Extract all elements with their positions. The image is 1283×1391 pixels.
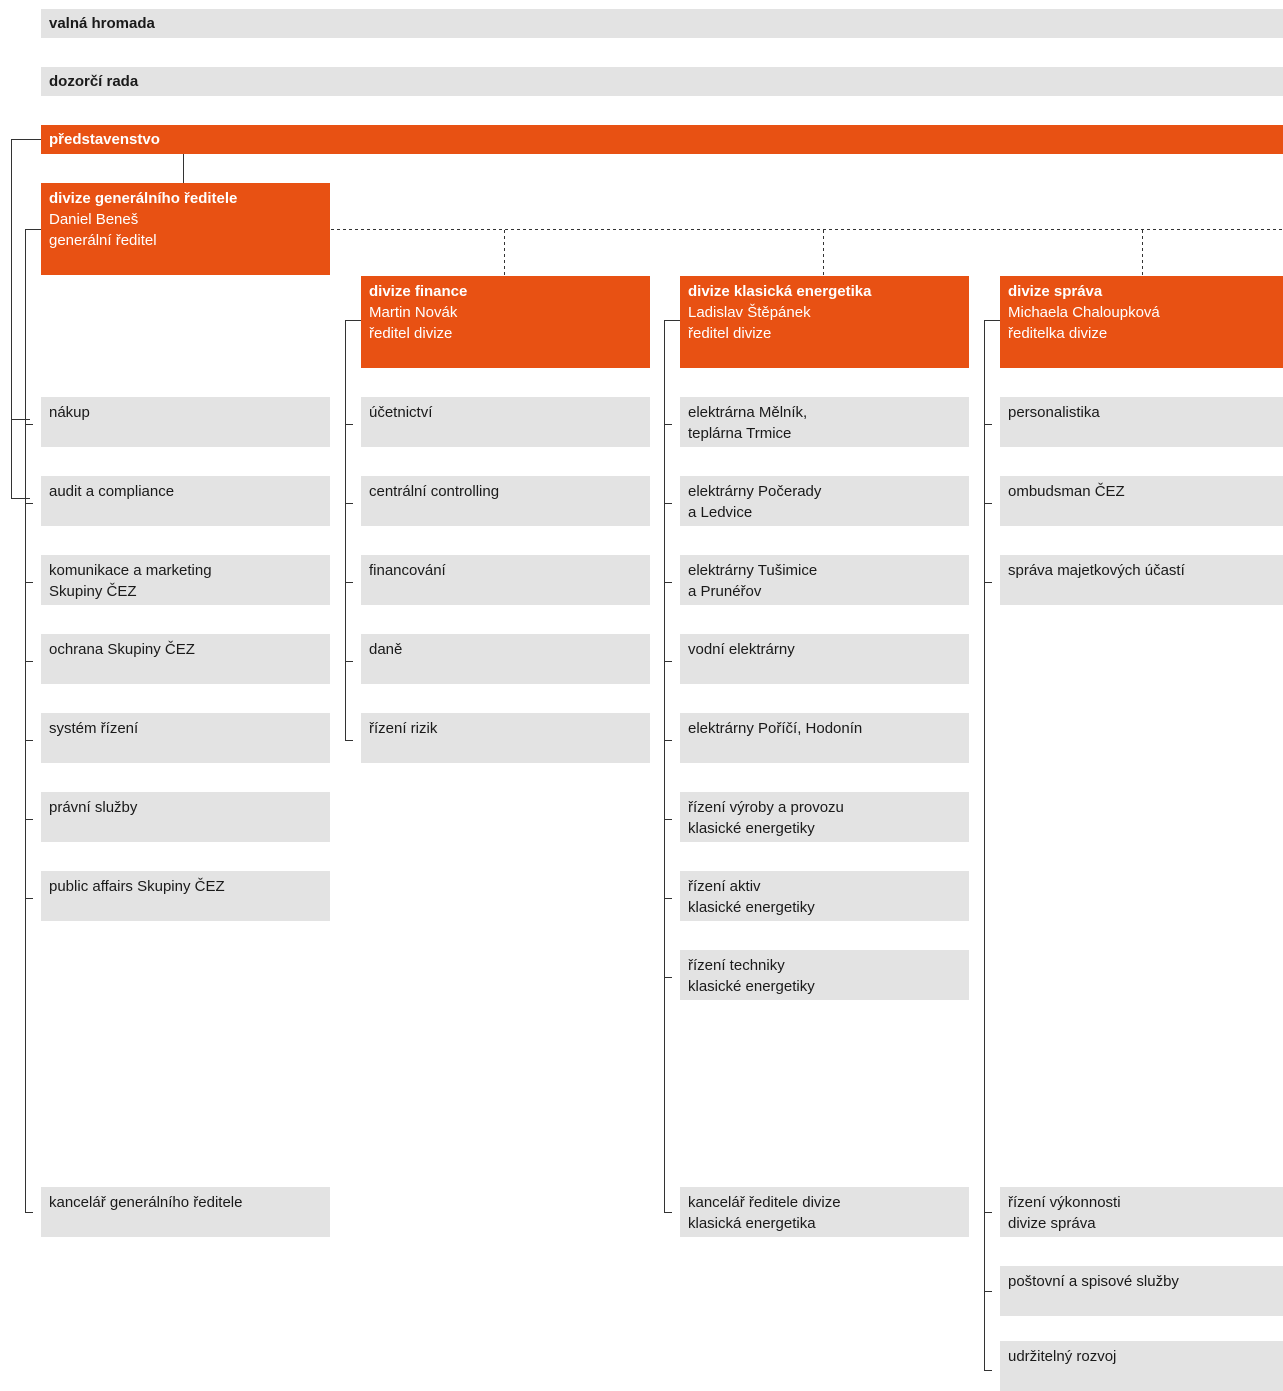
board-bracket [11,139,41,499]
unit-box: elektrárny Poříčí, Hodonín [680,713,969,763]
unit-box: právní služby [41,792,330,842]
board-of-directors-label: představenstvo [49,131,160,148]
unit-box: účetnictví [361,397,650,447]
unit-box: poštovní a spisové služby [1000,1266,1283,1316]
unit-box: kancelář generálního ředitele [41,1187,330,1237]
unit-box: ochrana Skupiny ČEZ [41,634,330,684]
unit-box: vodní elektrárny [680,634,969,684]
unit-box: udržitelný rozvoj [1000,1341,1283,1391]
board-of-directors-bar: představenstvo [41,125,1283,154]
unit-box: kancelář ředitele divize klasická energe… [680,1187,969,1237]
unit-box: centrální controlling [361,476,650,526]
unit-box: audit a compliance [41,476,330,526]
unit-box: financování [361,555,650,605]
unit-box: řízení rizik [361,713,650,763]
division-role: ředitel divize [688,325,772,342]
unit-box: personalistika [1000,397,1283,447]
unit-box: elektrárna Mělník, teplárna Trmice [680,397,969,447]
division-title: divize generálního ředitele [49,190,238,207]
division-head-finance: divize finance Martin Novák ředitel divi… [361,276,650,368]
unit-box: řízení výkonnosti divize správa [1000,1187,1283,1237]
division-title: divize finance [369,283,468,300]
division-role: ředitel divize [369,325,453,342]
sprava-spine [984,320,1000,1371]
unit-box: nákup [41,397,330,447]
division-person: Ladislav Štěpánek [688,304,811,321]
division-person: Daniel Beneš [49,211,139,228]
unit-box: daně [361,634,650,684]
unit-box: elektrárny Počerady a Ledvice [680,476,969,526]
unit-box: ombudsman ČEZ [1000,476,1283,526]
general-meeting-bar: valná hromada [41,9,1283,38]
unit-box: řízení techniky klasické energetiky [680,950,969,1000]
division-role: ředitelka divize [1008,325,1108,342]
division-person: Michaela Chaloupková [1008,304,1160,321]
gr-spine [25,229,41,1213]
klasicka-spine [664,320,680,1213]
unit-box: public affairs Skupiny ČEZ [41,871,330,921]
division-head-klasicka: divize klasická energetika Ladislav Štěp… [680,276,969,368]
unit-box: systém řízení [41,713,330,763]
division-head-gr: divize generálního ředitele Daniel Beneš… [41,183,330,275]
unit-box: komunikace a marketing Skupiny ČEZ [41,555,330,605]
general-meeting-label: valná hromada [49,15,155,32]
division-head-sprava: divize správa Michaela Chaloupková ředit… [1000,276,1283,368]
division-title: divize klasická energetika [688,283,872,300]
division-person: Martin Novák [369,304,458,321]
unit-box: řízení výroby a provozu klasické energet… [680,792,969,842]
supervisory-board-label: dozorčí rada [49,73,139,90]
unit-box: řízení aktiv klasické energetiky [680,871,969,921]
division-title: divize správa [1008,283,1103,300]
unit-box: elektrárny Tušimice a Prunéřov [680,555,969,605]
unit-box: správa majetkových účastí [1000,555,1283,605]
division-role: generální ředitel [49,232,157,249]
finance-spine [345,320,361,741]
supervisory-board-bar: dozorčí rada [41,67,1283,96]
